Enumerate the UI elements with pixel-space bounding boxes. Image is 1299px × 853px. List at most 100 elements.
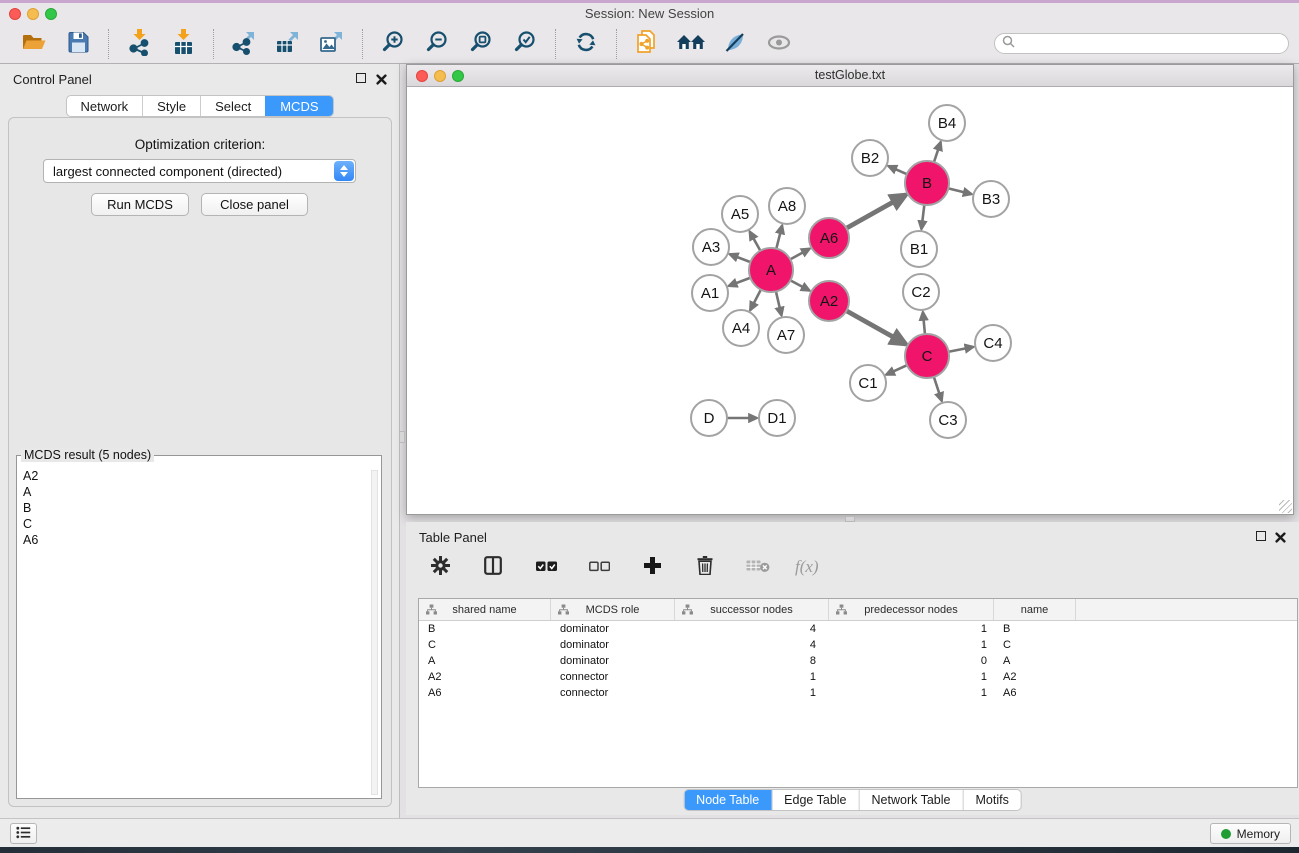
graph-edge-B-B1[interactable] [921,205,924,229]
result-item[interactable]: A2 [18,468,369,484]
view-group [623,28,803,60]
tree-column-icon [836,604,847,615]
import-table-button[interactable] [167,28,199,60]
graph-edge-A-A4[interactable] [750,290,761,311]
close-table-panel-icon[interactable] [1275,530,1286,548]
select-all-button[interactable] [530,551,562,583]
table-panel-title: Table Panel [419,530,487,545]
table-cell: 1 [829,621,994,637]
graph-edge-B-B2[interactable] [888,166,907,174]
close-panel-button[interactable]: Close panel [201,193,308,216]
result-item[interactable]: A [18,484,369,500]
run-mcds-button[interactable]: Run MCDS [91,193,189,216]
import-network-button[interactable] [123,28,155,60]
column-header-successor-nodes[interactable]: successor nodes [675,599,829,620]
table-cell: A [994,653,1076,669]
table-cell: 0 [829,653,994,669]
show-hide-view-button[interactable] [763,28,795,60]
table-row[interactable]: Bdominator41B [419,621,1297,637]
network-window-titlebar[interactable]: testGlobe.txt [407,65,1293,87]
column-header-name[interactable]: name [994,599,1076,620]
delete-table-button[interactable] [742,551,774,583]
task-history-button[interactable] [10,823,37,844]
graph-edge-A-A5[interactable] [750,231,761,250]
result-item[interactable]: A6 [18,532,369,548]
function-builder-button[interactable]: f(x) [795,557,819,577]
zoom-out-button[interactable] [421,28,453,60]
result-item[interactable]: B [18,500,369,516]
graph-edge-A-A2[interactable] [790,280,809,290]
zoom-selected-button[interactable] [509,28,541,60]
graph-edge-A-A1[interactable] [729,278,751,286]
tab-select[interactable]: Select [200,96,265,116]
memory-button[interactable]: Memory [1210,823,1291,844]
table-cell: connector [551,685,675,701]
graph-edge-C-C3[interactable] [934,377,942,401]
table-row[interactable]: Adominator80A [419,653,1297,669]
table-row[interactable]: Cdominator41C [419,637,1297,653]
delete-column-button[interactable] [689,551,721,583]
table-tab-node-table[interactable]: Node Table [684,790,771,810]
criterion-dropdown[interactable]: largest connected component (directed) [43,159,356,183]
column-header-shared-name[interactable]: shared name [419,599,551,620]
refresh-icon [574,30,598,57]
table-settings-button[interactable] [424,551,456,583]
table-cell: A2 [419,669,551,685]
graph-edge-C-C4[interactable] [949,347,974,352]
graphics-details-button[interactable] [719,28,751,60]
graph-edge-A-A6[interactable] [790,249,809,260]
graph-node-label: C4 [983,335,1002,352]
toolbar-separator [108,29,109,59]
home-layout-button[interactable] [675,28,707,60]
graph-edge-C-C1[interactable] [886,365,907,375]
search-input[interactable] [1020,36,1288,52]
table-cell: A6 [994,685,1076,701]
graph-edge-A-A3[interactable] [730,254,751,262]
table-tab-edge-table[interactable]: Edge Table [771,790,858,810]
show-column-button[interactable] [477,551,509,583]
create-network-from-file-button[interactable] [631,28,663,60]
column-header-MCDS-role[interactable]: MCDS role [551,599,675,620]
close-panel-icon[interactable] [376,72,387,90]
export-network-button[interactable] [228,28,260,60]
result-list-scrollbar[interactable] [371,470,378,795]
zoom-fit-button[interactable] [465,28,497,60]
gear-icon [431,556,450,578]
graph-node-label: D1 [767,410,786,427]
table-cell: B [419,621,551,637]
table-row[interactable]: A2connector11A2 [419,669,1297,685]
table-cell: dominator [551,621,675,637]
refresh-view-button[interactable] [570,28,602,60]
graph-edge-A6-B[interactable] [846,195,906,228]
column-header-predecessor-nodes[interactable]: predecessor nodes [829,599,994,620]
float-table-panel-icon[interactable] [1256,531,1266,541]
export-image-button[interactable] [316,28,348,60]
tree-column-icon [426,604,437,615]
node-table[interactable]: shared nameMCDS rolesuccessor nodesprede… [418,598,1298,788]
graph-edge-A-A8[interactable] [776,225,782,248]
unchecked-boxes-icon [589,560,610,575]
table-row[interactable]: A6connector11A6 [419,685,1297,701]
graph-edge-A-A7[interactable] [776,291,782,315]
save-session-button[interactable] [62,28,94,60]
table-tab-network-table[interactable]: Network Table [859,790,963,810]
open-session-button[interactable] [18,28,50,60]
houses-icon [676,31,706,56]
unselect-all-button[interactable] [583,551,615,583]
graph-edge-B-B4[interactable] [934,142,941,162]
graph-edge-B-B3[interactable] [948,188,971,194]
tab-network[interactable]: Network [66,96,142,116]
zoom-in-button[interactable] [377,28,409,60]
result-item[interactable]: C [18,516,369,532]
network-canvas[interactable]: B4B2BB3B1A5A8A6A3AA1C2A4A7A2CC4C1C3DD1 [407,88,1293,514]
float-panel-icon[interactable] [356,73,366,83]
tab-mcds[interactable]: MCDS [265,96,332,116]
table-tab-motifs[interactable]: Motifs [962,790,1020,810]
tab-style[interactable]: Style [142,96,200,116]
vertical-split-grip[interactable] [399,431,405,443]
add-column-button[interactable] [636,551,668,583]
window-resize-grip[interactable] [1279,500,1292,513]
graph-edge-C-C2[interactable] [923,312,925,334]
graph-edge-A2-C[interactable] [846,311,906,344]
export-table-button[interactable] [272,28,304,60]
